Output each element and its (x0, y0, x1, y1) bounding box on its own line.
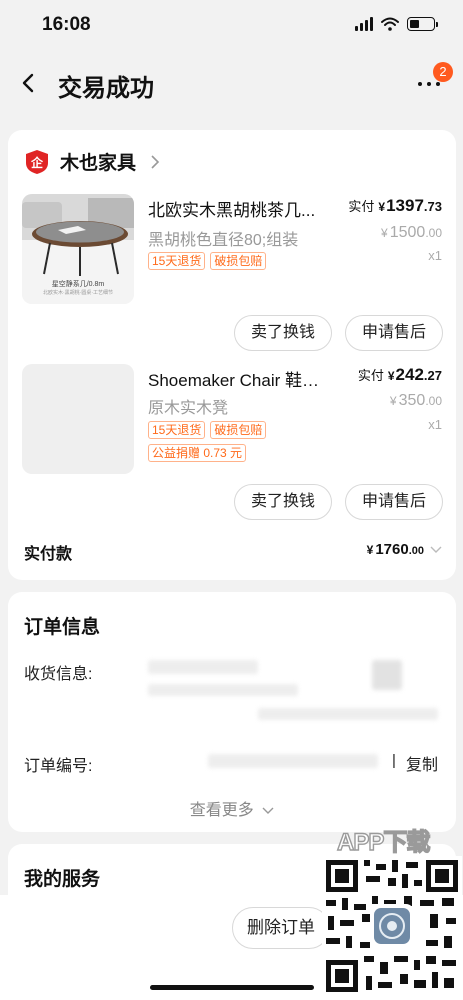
store-header[interactable]: 企 木也家具 (24, 148, 160, 175)
page-title: 交易成功 (58, 75, 154, 102)
paid-price: 实付 ¥ 242 .27 (357, 365, 442, 384)
status-bar: 16:08 (0, 0, 463, 52)
receiver-label: 收货信息: (24, 666, 93, 683)
chevron-down-icon (262, 807, 274, 814)
nav-bar: 交易成功 (0, 52, 463, 112)
quantity: x1 (428, 248, 442, 263)
copy-button[interactable]: 复制 (406, 751, 438, 775)
tag-return: 15天退货 (148, 252, 206, 270)
product-image-chair[interactable] (22, 364, 134, 474)
separator: | (392, 752, 396, 769)
services-title: 我的服务 (24, 869, 101, 890)
order-info-card: 订单信息 收货信息: 订单编号: | 复制 查看更多 (8, 592, 456, 832)
status-time: 16:08 (42, 14, 91, 35)
app-download-watermark: APP下载 (336, 828, 431, 856)
redacted-order-number (208, 754, 378, 768)
after-sale-button[interactable]: 申请售后 (345, 484, 443, 520)
original-price: ¥ 350 .00 (389, 392, 442, 409)
wifi-icon (381, 17, 399, 31)
charity-tag-row: 公益捐赠 0.73 元 (148, 444, 247, 462)
svg-text:企: 企 (30, 155, 44, 170)
original-price: ¥ 1500 .00 (381, 224, 442, 241)
chevron-down-icon (430, 546, 442, 553)
product-spec: 黑胡桃色直径80;组装 (148, 232, 299, 249)
paid-price: 实付 ¥ 1397 .73 (348, 196, 442, 215)
redacted-receiver (148, 660, 258, 674)
product-image-coffee-table[interactable]: 星空静系几/0.8m 北欧实木·黑胡桃·圆桌·工艺细节 (22, 194, 134, 304)
see-more-label: 查看更多 (189, 802, 254, 819)
quantity: x1 (428, 417, 442, 432)
product-title[interactable]: Shoemaker Chair 鞋匠... (148, 366, 333, 391)
total-amount[interactable]: ¥ 1760 .00 (367, 541, 442, 558)
store-order-card: 企 木也家具 星空静系几/0.8m 北欧实木·黑胡桃·圆桌·工艺细节 北欧实木黑… (8, 130, 456, 580)
cellular-signal-icon (355, 17, 373, 31)
after-sale-button[interactable]: 申请售后 (345, 315, 443, 351)
battery-icon (407, 17, 438, 31)
tag-return: 15天退货 (148, 421, 206, 439)
tag-charity: 公益捐赠 0.73 元 (148, 444, 247, 462)
sell-button[interactable]: 卖了换钱 (234, 484, 332, 520)
chevron-right-icon (151, 154, 160, 169)
order-info-title: 订单信息 (24, 617, 101, 638)
thumb-caption: 星空静系几/0.8m 北欧实木·黑胡桃·圆桌·工艺细节 (43, 281, 113, 296)
notification-badge: 2 (433, 62, 453, 82)
redacted-address (258, 708, 438, 720)
total-label: 实付款 (24, 546, 73, 563)
more-dots-icon (418, 82, 440, 86)
product-tags: 15天退货 破损包赔 (148, 421, 267, 439)
see-more-button[interactable]: 查看更多 (8, 796, 456, 820)
store-logo-icon: 企 (26, 149, 48, 174)
sell-button[interactable]: 卖了换钱 (234, 315, 332, 351)
order-number-label: 订单编号: (24, 758, 93, 775)
tag-damage: 破损包赔 (210, 421, 267, 439)
back-icon[interactable] (18, 70, 40, 96)
qr-code-icon (322, 856, 462, 996)
product-title[interactable]: 北欧实木黑胡桃茶几... (148, 196, 333, 221)
product-tags: 15天退货 破损包赔 (148, 252, 267, 270)
home-indicator (150, 985, 314, 990)
tag-damage: 破损包赔 (210, 252, 267, 270)
status-icons (355, 17, 438, 31)
store-name: 木也家具 (60, 153, 137, 174)
product-spec: 原木实木凳 (148, 400, 229, 417)
redacted-mark (372, 660, 402, 690)
delete-order-button[interactable]: 删除订单 (232, 907, 330, 949)
redacted-address (148, 684, 298, 696)
